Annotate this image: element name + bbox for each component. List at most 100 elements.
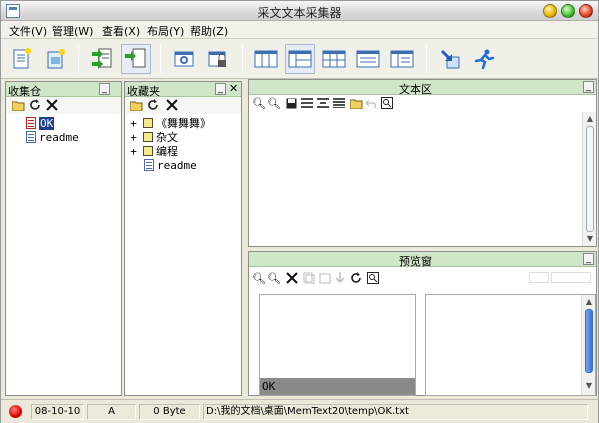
status-mode: A (87, 404, 136, 420)
refresh-button[interactable] (28, 98, 42, 112)
lock-window-button[interactable] (203, 44, 233, 74)
scroll-down-icon[interactable]: ▼ (585, 234, 595, 244)
layout-5-icon (390, 50, 414, 68)
menu-manage[interactable]: 管理(W) (52, 23, 93, 39)
delete-button[interactable] (165, 98, 179, 112)
zoom-in-button[interactable]: 🔍︎ (252, 271, 266, 285)
layout-2-icon (288, 50, 312, 68)
collect-button[interactable] (87, 44, 117, 74)
refresh-icon (30, 99, 40, 110)
refresh-button[interactable] (146, 98, 160, 112)
copy-button[interactable] (302, 271, 316, 285)
open-folder-button[interactable] (349, 96, 363, 110)
text-panel-minimize-button[interactable]: _ (583, 81, 594, 93)
find-button[interactable] (380, 96, 394, 110)
expand-icon[interactable]: + (129, 145, 138, 158)
scroll-up-icon[interactable]: ▲ (585, 114, 595, 124)
expand-icon[interactable]: + (129, 117, 138, 130)
layout-3-icon (322, 50, 346, 68)
move-down-button[interactable] (333, 271, 347, 285)
tree-item-ok[interactable]: OK (26, 116, 55, 130)
menu-bar: 文件(V) 管理(W) 查看(X) 布局(Y) 帮助(Z) (1, 21, 598, 39)
maximize-button[interactable] (561, 4, 575, 18)
delete-button[interactable] (285, 271, 299, 285)
refresh-button[interactable] (349, 271, 363, 285)
settings-window-button[interactable] (169, 44, 199, 74)
find-icon (381, 97, 393, 109)
tree-item-folder[interactable]: + 编程 (129, 144, 178, 159)
undo-button[interactable] (365, 96, 379, 110)
menu-layout[interactable]: 布局(Y) (147, 23, 184, 39)
open-folder-button[interactable] (129, 98, 143, 112)
preview-list: OK (259, 294, 416, 396)
zoom-out-button[interactable]: 🔍︎ (267, 271, 281, 285)
preview-panel-toolbar: 🔍︎ 🔍︎ (249, 267, 596, 289)
layout-2-button[interactable] (285, 44, 315, 74)
run-button[interactable] (469, 44, 499, 74)
scroll-thumb[interactable] (585, 309, 593, 373)
zoom-in-button[interactable]: 🔍︎ (252, 96, 266, 110)
close-button[interactable] (579, 4, 593, 18)
favorites-panel-close-button[interactable]: ✕ (229, 82, 238, 95)
scroll-down-icon[interactable]: ▼ (584, 381, 594, 391)
layout-4-icon (356, 50, 380, 68)
layout-4-button[interactable] (353, 44, 383, 74)
collect-page-button[interactable] (121, 44, 151, 74)
open-doc-icon (47, 49, 65, 69)
run-icon (474, 49, 495, 70)
import-button[interactable] (435, 44, 465, 74)
delete-icon (166, 99, 178, 111)
align-button[interactable] (332, 96, 346, 110)
paste-icon (319, 273, 331, 284)
folder-icon (11, 101, 24, 111)
tree-item-readme[interactable]: readme (26, 130, 79, 144)
expand-icon[interactable]: + (129, 131, 138, 144)
favorites-panel-minimize-button[interactable]: _ (215, 83, 226, 95)
scroll-thumb[interactable] (586, 126, 594, 232)
text-file-icon (26, 131, 36, 143)
arrow-down-icon (335, 272, 345, 283)
status-date: 08-10-10 (31, 404, 84, 420)
text-panel-toolbar: 🔍︎ 🔍︎ (249, 95, 596, 112)
tree-item-folder[interactable]: + 杂文 (129, 130, 178, 145)
open-doc-button[interactable] (41, 44, 71, 74)
app-window: 采文文本采集器 文件(V) 管理(W) 查看(X) 布局(Y) 帮助(Z) 收集… (0, 0, 599, 423)
scroll-up-icon[interactable]: ▲ (584, 297, 594, 307)
preview-list-item[interactable]: OK (260, 378, 415, 395)
toolbar (1, 39, 598, 79)
tree-item-doc[interactable]: readme (144, 158, 197, 172)
delete-icon (286, 272, 298, 284)
delete-button[interactable] (45, 98, 59, 112)
lock-window-icon (208, 51, 226, 67)
menu-file[interactable]: 文件(V) (9, 23, 47, 39)
outdent-button[interactable] (316, 96, 330, 110)
find-button[interactable] (366, 271, 380, 285)
outdent-icon (317, 98, 329, 108)
tree-item-folder[interactable]: + 《舞舞舞》 (129, 116, 211, 131)
minimize-button[interactable] (543, 4, 557, 18)
menu-view[interactable]: 查看(X) (102, 23, 140, 39)
layout-1-button[interactable] (251, 44, 281, 74)
text-panel: 文本区 _ 🔍︎ 🔍︎ ▲ ▼ (248, 79, 597, 247)
indent-button[interactable] (300, 96, 314, 110)
layout-5-button[interactable] (387, 44, 417, 74)
paste-button[interactable] (318, 271, 332, 285)
open-folder-button[interactable] (11, 98, 25, 112)
layout-3-button[interactable] (319, 44, 349, 74)
undo-icon (366, 99, 376, 108)
collect-panel-minimize-button[interactable]: _ (99, 83, 110, 95)
status-file-path: D:\我的文档\桌面\MemText20\temp\OK.txt (203, 404, 588, 420)
new-doc-button[interactable] (7, 44, 37, 74)
delete-icon (46, 99, 58, 111)
menu-help[interactable]: 帮助(Z) (190, 23, 228, 39)
save-button[interactable] (284, 96, 298, 110)
title-bar: 采文文本采集器 (1, 1, 598, 21)
zoom-out-button[interactable]: 🔍︎ (267, 96, 281, 110)
folder-icon (143, 146, 153, 156)
preview-zoom-field[interactable] (551, 272, 591, 283)
record-icon[interactable] (9, 405, 22, 418)
preview-slider-field[interactable] (529, 272, 549, 283)
text-vertical-scrollbar[interactable]: ▲ ▼ (582, 112, 596, 246)
preview-vertical-scrollbar[interactable]: ▲ ▼ (581, 295, 595, 395)
preview-panel-minimize-button[interactable]: _ (583, 253, 594, 265)
